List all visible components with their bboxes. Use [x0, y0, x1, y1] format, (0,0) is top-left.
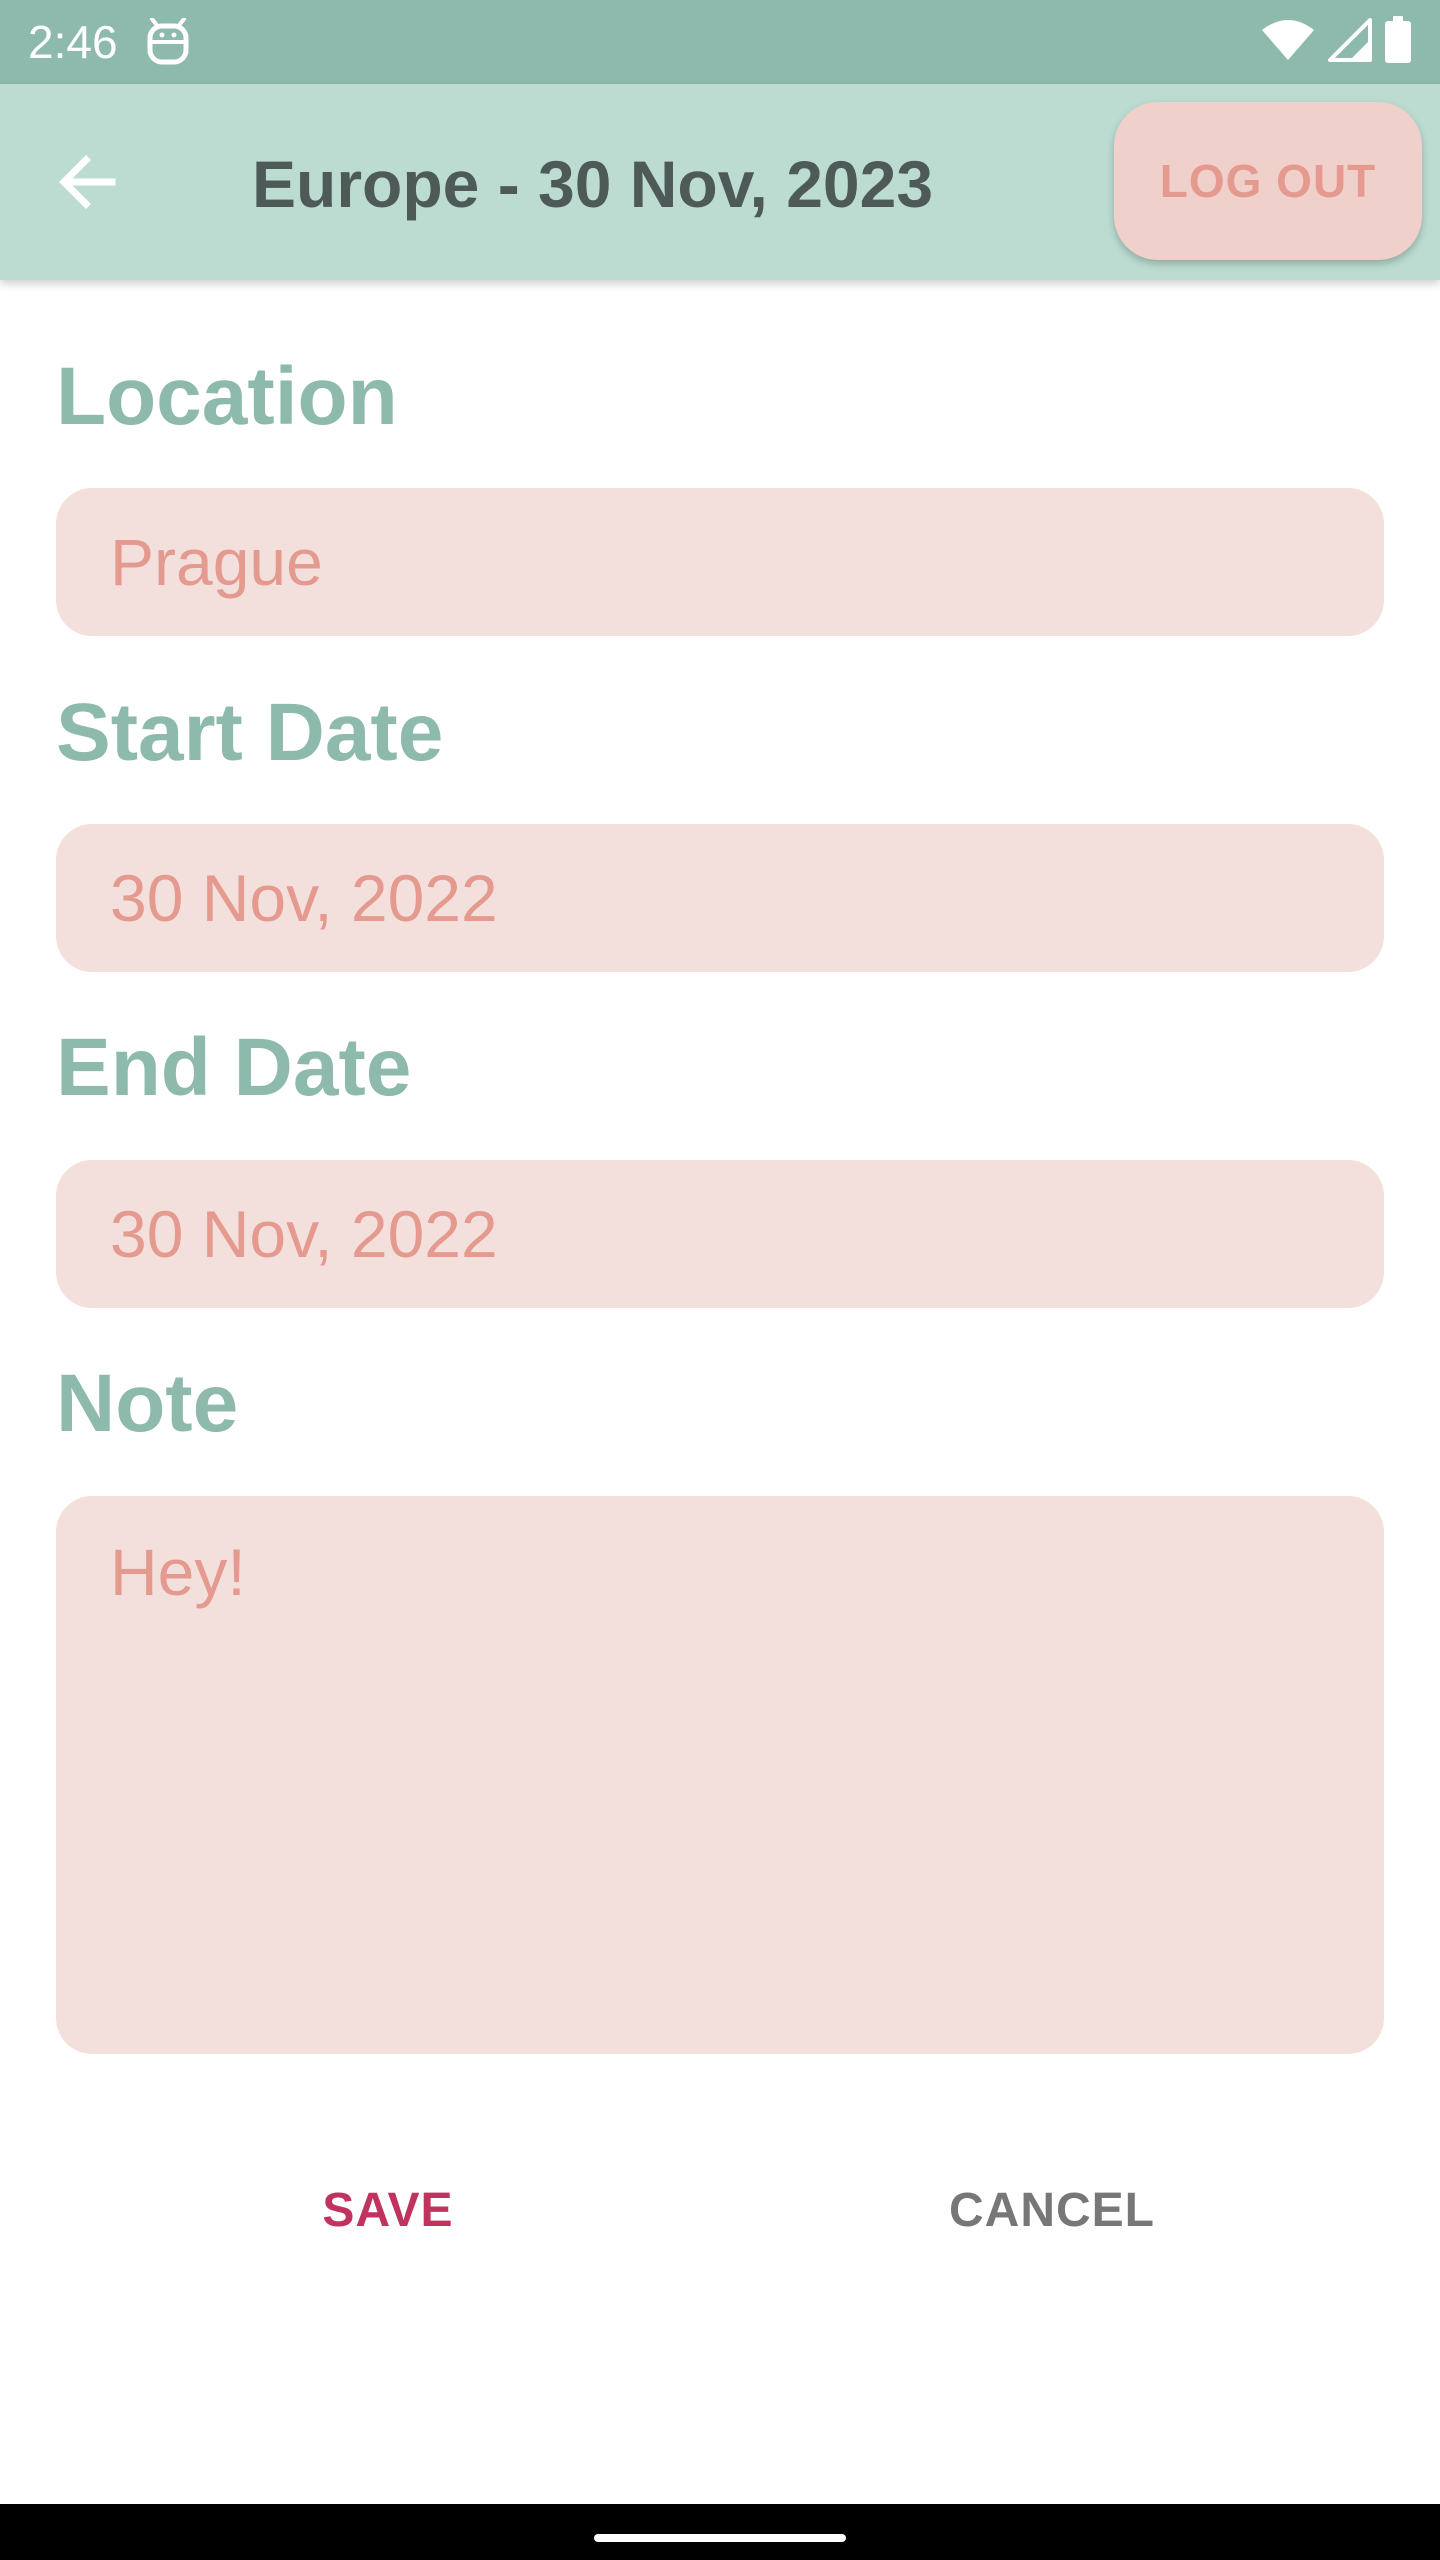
logout-button[interactable]: LOG OUT: [1114, 102, 1422, 260]
end-date-field[interactable]: 30 Nov, 2022: [56, 1160, 1384, 1308]
status-bar: 2:46: [0, 0, 1440, 84]
note-field[interactable]: Hey!: [56, 1496, 1384, 2054]
start-date-field[interactable]: 30 Nov, 2022: [56, 824, 1384, 972]
location-field[interactable]: Prague: [56, 488, 1384, 636]
battery-icon: [1384, 15, 1412, 69]
save-button[interactable]: SAVE: [288, 2166, 488, 2256]
start-date-label: Start Date: [56, 687, 444, 778]
location-label: Location: [56, 351, 398, 442]
signal-icon: [1328, 17, 1372, 67]
status-icons: [1260, 15, 1412, 69]
end-date-label: End Date: [56, 1022, 412, 1113]
arrow-back-icon: [59, 155, 116, 209]
form-actions: SAVE CANCEL: [0, 2166, 1440, 2256]
back-button[interactable]: [40, 134, 136, 230]
robot-icon: [146, 17, 190, 66]
note-label: Note: [56, 1358, 239, 1449]
cancel-button[interactable]: CANCEL: [932, 2166, 1172, 2256]
status-time: 2:46: [28, 16, 118, 68]
home-gesture-handle[interactable]: [594, 2534, 846, 2542]
page-title: Europe - 30 Nov, 2023: [252, 147, 934, 221]
wifi-icon: [1260, 18, 1316, 67]
system-nav-bar: [0, 2504, 1440, 2560]
app-bar: Europe - 30 Nov, 2023 LOG OUT: [0, 84, 1440, 280]
